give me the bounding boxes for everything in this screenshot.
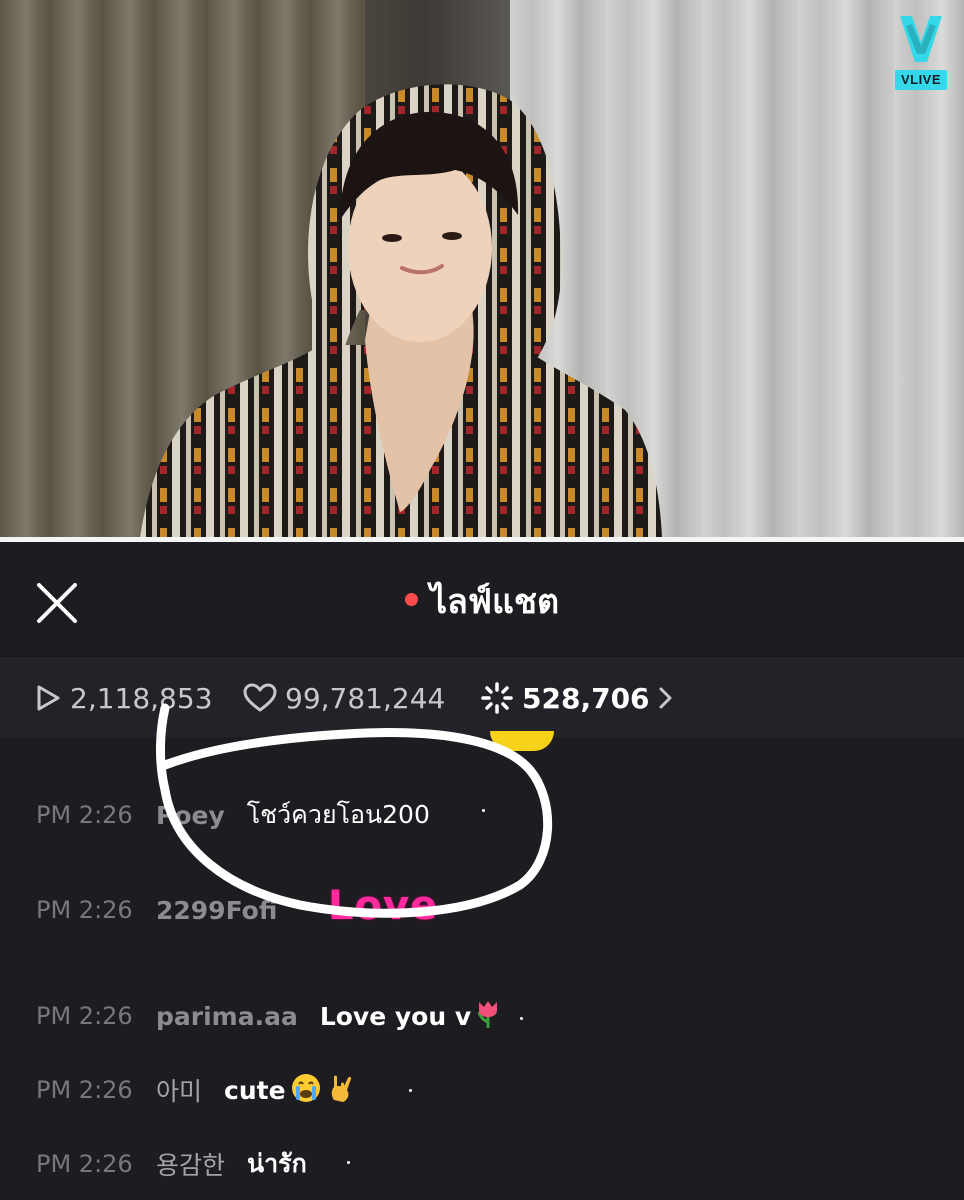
stats-bar: 2,118,853 99,781,244 528,706 (0, 658, 964, 738)
sparkle-dot (409, 1089, 412, 1092)
chat-text: Love you v (319, 1001, 472, 1031)
chat-username[interactable]: 용감한 (156, 1146, 225, 1182)
chat-text: cute (224, 1075, 286, 1105)
vlive-badge: VLIVE (895, 70, 947, 90)
points-count-value: 528,706 (522, 681, 650, 715)
chat-message: PM 2:26 Poey โชว์ควยโอน200 (36, 795, 430, 835)
chat-time: PM 2:26 (36, 1076, 133, 1104)
sparkle-dot (482, 809, 485, 812)
streamer-figure (140, 84, 662, 538)
chat-text: น่ารัก (247, 1149, 307, 1178)
chat-time: PM 2:26 (36, 801, 133, 829)
like-count: 99,781,244 (243, 679, 445, 717)
chat-title: ไลฟ์แชต (0, 580, 964, 624)
sparkle-dot (520, 1017, 523, 1020)
chat-message: PM 2:26 2299Fofi (36, 890, 299, 930)
vlive-screen: VLIVE ไลฟ์แชต 2,118,853 99,781,244 528,7… (0, 0, 964, 1200)
sticker-partial (490, 731, 554, 751)
chat-title-text: ไลฟ์แชต (429, 582, 560, 622)
rock-hand-emoji (326, 1072, 358, 1108)
chat-message: PM 2:26 아미 cute (36, 1070, 358, 1110)
play-icon (37, 685, 60, 711)
play-count-value: 2,118,853 (70, 681, 213, 715)
chat-time: PM 2:26 (36, 896, 133, 924)
chat-username[interactable]: parima.aa (156, 1002, 298, 1031)
chat-username[interactable]: 아미 (156, 1072, 202, 1108)
heart-icon (243, 683, 277, 712)
chat-message: PM 2:26 parima.aa Love you v (36, 996, 501, 1036)
video-player[interactable]: VLIVE (0, 0, 964, 538)
play-count: 2,118,853 (34, 679, 213, 717)
sparkle-dot (347, 1161, 350, 1164)
chat-time: PM 2:26 (36, 1150, 133, 1178)
chat-list[interactable]: PM 2:26 Poey โชว์ควยโอน200 PM 2:26 2299F… (0, 731, 964, 1200)
like-count-value: 99,781,244 (285, 681, 446, 715)
chat-time: PM 2:26 (36, 1002, 133, 1030)
vlive-logo-icon: VLIVE (892, 12, 950, 90)
chat-username[interactable]: Poey (156, 801, 225, 830)
love-sticker: Love (328, 883, 439, 929)
sparkle-points-icon (481, 682, 513, 714)
chat-message: PM 2:26 용감한 น่ารัก (36, 1144, 307, 1184)
points-count[interactable]: 528,706 (480, 679, 684, 717)
chat-text: โชว์ควยโอน200 (246, 800, 430, 829)
live-dot-icon (404, 593, 418, 606)
tulip-emoji (475, 998, 501, 1034)
crying-emoji (290, 1072, 322, 1108)
chevron-right-icon (659, 687, 672, 709)
chat-username[interactable]: 2299Fofi (156, 896, 277, 925)
chat-header: ไลฟ์แชต (0, 542, 964, 658)
